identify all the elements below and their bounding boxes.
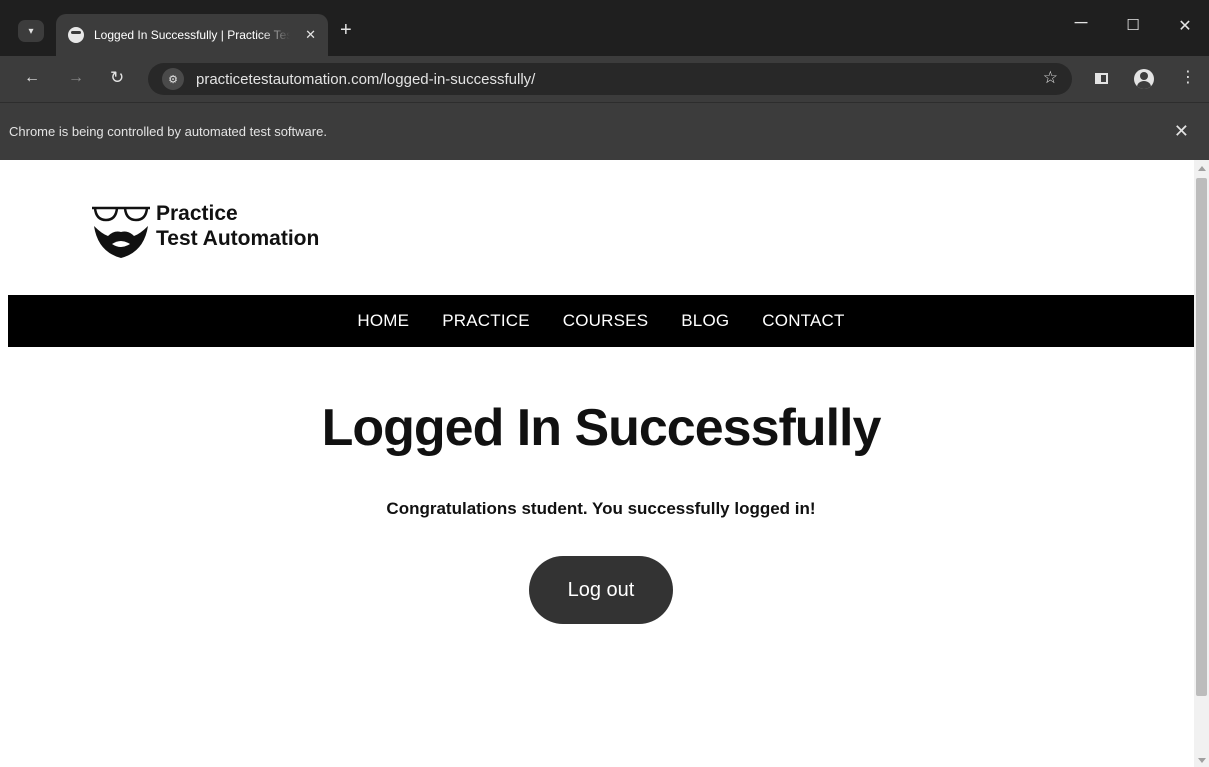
success-message: Congratulations student. You successfull… bbox=[386, 499, 816, 518]
nav-item-practice[interactable]: PRACTICE bbox=[442, 311, 530, 331]
nav-item-blog[interactable]: BLOG bbox=[681, 311, 729, 331]
scroll-down-arrow-icon[interactable] bbox=[1198, 758, 1206, 763]
window-close-icon[interactable]: ✕ bbox=[1170, 16, 1200, 36]
site-logo-link[interactable]: Practice Test Automation bbox=[90, 200, 319, 262]
back-arrow-icon[interactable]: ← bbox=[24, 69, 40, 87]
main-nav: HOME PRACTICE COURSES BLOG CONTACT bbox=[8, 295, 1194, 347]
logo-wordmark: Practice Test Automation bbox=[156, 201, 319, 251]
logo-line-2: Test Automation bbox=[156, 227, 320, 250]
logout-button[interactable]: Log out bbox=[529, 556, 673, 624]
tab-search-chevron-icon[interactable]: ▾ bbox=[18, 20, 44, 42]
profile-avatar-icon[interactable] bbox=[1134, 69, 1154, 89]
site-info-tune-icon[interactable]: ⚙ bbox=[162, 68, 184, 90]
scroll-up-arrow-icon[interactable] bbox=[1198, 166, 1206, 171]
automation-infobar: Chrome is being controlled by automated … bbox=[0, 102, 1209, 160]
nav-item-courses[interactable]: COURSES bbox=[563, 311, 648, 331]
forward-arrow-icon[interactable]: → bbox=[68, 69, 84, 87]
bookmark-star-icon[interactable]: ☆ bbox=[1043, 68, 1058, 88]
address-bar[interactable]: ⚙ practicetestautomation.com/logged-in-s… bbox=[148, 63, 1072, 95]
infobar-close-icon[interactable]: ✕ bbox=[1174, 121, 1189, 142]
site-favicon-icon bbox=[68, 27, 84, 43]
page-viewport: Practice Test Automation HOME PRACTICE C… bbox=[8, 160, 1194, 767]
nav-item-contact[interactable]: CONTACT bbox=[762, 311, 844, 331]
bearded-face-glasses-logo-icon bbox=[92, 206, 150, 258]
new-tab-plus-icon[interactable]: + bbox=[340, 20, 352, 40]
scrollbar-thumb[interactable] bbox=[1196, 178, 1207, 696]
browser-toolbar: ← → ↻ ⚙ practicetestautomation.com/logge… bbox=[0, 56, 1209, 102]
infobar-message: Chrome is being controlled by automated … bbox=[9, 124, 327, 139]
tab-close-icon[interactable]: ✕ bbox=[305, 27, 316, 43]
url-text[interactable]: practicetestautomation.com/logged-in-suc… bbox=[196, 71, 535, 88]
window-maximize-icon[interactable]: ☐ bbox=[1118, 16, 1148, 34]
browser-tab-active[interactable]: Logged In Successfully | Practice Test A… bbox=[56, 14, 328, 56]
window-minimize-icon[interactable]: ─ bbox=[1066, 12, 1096, 33]
side-panel-icon[interactable] bbox=[1095, 73, 1108, 84]
nav-item-home[interactable]: HOME bbox=[357, 311, 409, 331]
logo-line-1: Practice bbox=[156, 202, 238, 225]
page-scrollbar[interactable] bbox=[1194, 160, 1209, 767]
tab-title: Logged In Successfully | Practice Test A… bbox=[94, 28, 290, 42]
reload-icon[interactable]: ↻ bbox=[110, 69, 124, 87]
page-title: Logged In Successfully bbox=[321, 399, 882, 457]
chrome-menu-kebab-icon[interactable]: ⋮ bbox=[1180, 68, 1196, 88]
tab-strip: ▾ Logged In Successfully | Practice Test… bbox=[0, 0, 1209, 56]
